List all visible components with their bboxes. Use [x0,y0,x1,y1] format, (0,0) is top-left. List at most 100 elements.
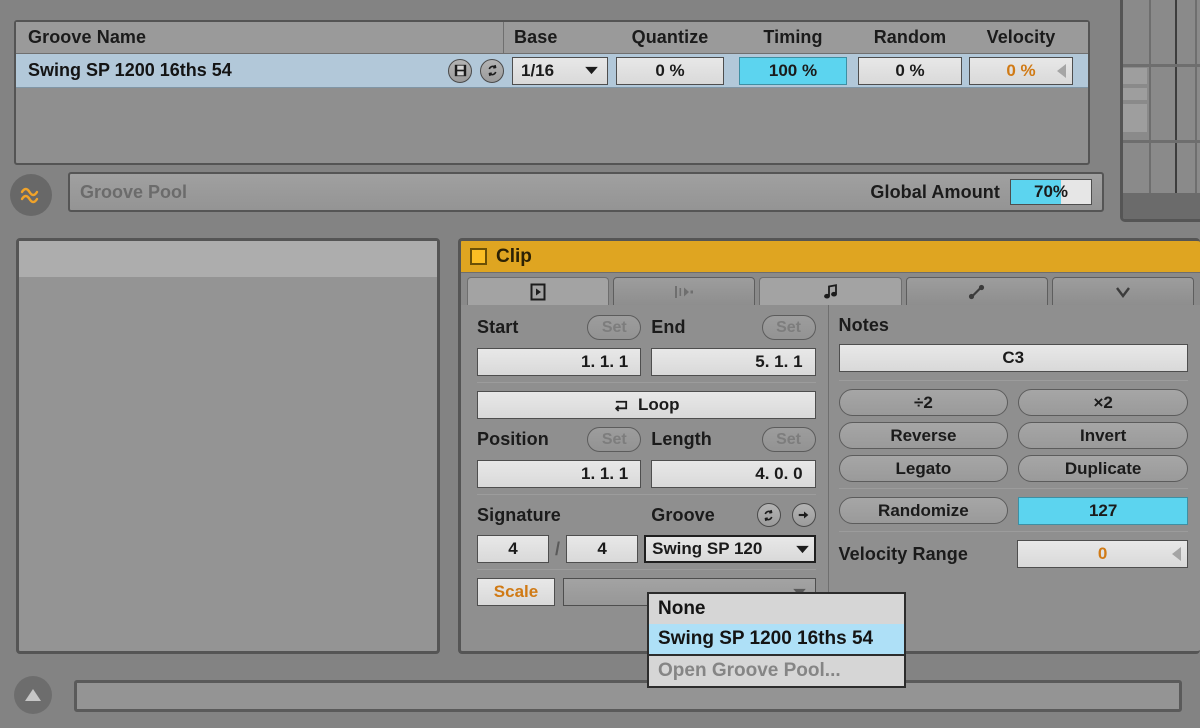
commit-groove-icon[interactable] [756,503,781,527]
position-set-button[interactable]: Set [587,427,642,452]
length-label-row: Length Set [651,427,816,452]
signature-numerator-field[interactable]: 4 [477,535,549,563]
invert-button[interactable]: Invert [1018,422,1188,449]
double-button[interactable]: ×2 [1018,389,1188,416]
groove-pool-row[interactable]: Swing SP 1200 16ths 54 1/16 0 % 100 % 0 … [16,54,1088,88]
scale-label: Scale [493,582,539,601]
dropdown-item-swing[interactable]: Swing SP 1200 16ths 54 [649,624,904,654]
column-header-velocity[interactable]: Velocity [966,22,1076,54]
column-header-velocity-label: Velocity [986,27,1056,47]
tab-expression[interactable] [1051,277,1195,305]
groove-row-name-cell[interactable]: Swing SP 1200 16ths 54 [16,58,504,83]
slider-triangle-icon [1057,63,1066,78]
position-label-row: Position Set [477,427,642,452]
randomize-button[interactable]: Randomize [838,497,1009,524]
groove-timing-cell[interactable]: 100 % [732,56,854,85]
status-bar[interactable] [74,680,1182,712]
velocity-range-label: Velocity Range [838,543,968,564]
loop-icon [615,400,628,412]
global-amount-label: Global Amount [870,181,1000,202]
length-label: Length [651,429,712,449]
arrow-right-icon[interactable] [791,503,816,527]
velocity-range-field[interactable]: 0 [1017,540,1188,568]
dropdown-item-none[interactable]: None [649,594,904,624]
global-amount-slider[interactable]: 70% [1010,179,1092,205]
start-set-button[interactable]: Set [587,315,642,340]
column-header-random-label: Random [873,27,947,47]
groove-random-field[interactable]: 0 % [858,56,962,85]
column-header-random[interactable]: Random [854,22,966,54]
tab-envelopes[interactable] [905,277,1048,305]
groove-base-select[interactable]: 1/16 [512,56,608,85]
groove-wave-icon[interactable] [10,174,52,216]
loop-label: Loop [637,395,680,414]
groove-quantize-field[interactable]: 0 % [616,56,724,85]
length-field[interactable]: 4. 0. 0 [651,460,816,488]
chevron-down-icon [795,545,809,553]
global-amount-value: 70% [1033,182,1069,201]
groove-select[interactable]: Swing SP 120 [644,535,816,563]
groove-random-cell[interactable]: 0 % [854,56,966,85]
randomize-amount-value: 127 [1088,501,1118,520]
legato-button[interactable]: Legato [838,455,1009,482]
position-value: 1. 1. 1 [581,464,629,483]
groove-quantize-value: 0 % [655,60,685,80]
clip-overview-panel[interactable] [16,238,440,654]
duplicate-button[interactable]: Duplicate [1018,455,1188,482]
piano-roll-edge-grid[interactable] [1120,0,1200,222]
triangle-up-glyph [25,689,41,701]
automation-curve-icon [968,284,984,299]
column-header-groove-name[interactable]: Groove Name [16,21,504,54]
column-header-timing-label: Timing [763,27,823,47]
column-header-base[interactable]: Base [504,22,608,54]
dropdown-item-open-groove-pool[interactable]: Open Groove Pool... [649,656,904,686]
groove-velocity-field[interactable]: 0 % [969,56,1073,85]
length-set-button[interactable]: Set [761,427,816,452]
start-label: Start [477,317,519,337]
loop-button[interactable]: Loop [477,391,816,419]
envelope-fade-icon [675,285,694,298]
groove-timing-field[interactable]: 100 % [739,56,847,85]
tab-clip[interactable] [467,277,610,305]
notes-title: Notes [838,315,890,335]
groove-quantize-cell[interactable]: 0 % [608,56,732,85]
length-value: 4. 0. 0 [755,464,803,483]
groove-base-value: 1/16 [521,60,555,80]
signature-label: Signature [477,504,561,525]
groove-label: Groove [651,504,715,525]
column-header-quantize[interactable]: Quantize [608,22,732,54]
column-header-timing[interactable]: Timing [732,22,854,54]
groove-base-cell[interactable]: 1/16 [504,56,608,85]
velocity-v-icon [1115,286,1130,298]
scale-button[interactable]: Scale [477,578,555,606]
clip-title-bar: Clip [461,241,1200,273]
end-label-row: End Set [651,315,816,340]
end-time-field[interactable]: 5. 1. 1 [651,348,816,376]
commit-groove-icon[interactable] [480,58,504,83]
music-note-icon [823,283,837,298]
clip-title-label: Clip [496,245,532,267]
reverse-button[interactable]: Reverse [838,422,1009,449]
triangle-up-icon[interactable] [14,676,52,714]
halve-button[interactable]: ÷2 [838,389,1009,416]
signature-slash: / [555,538,561,559]
tab-audio[interactable] [613,277,756,305]
randomize-amount-field[interactable]: 127 [1018,497,1188,525]
play-box-icon [530,283,546,300]
note-root-field[interactable]: C3 [838,344,1188,372]
tab-notes[interactable] [759,277,902,305]
groove-pool-header-row: Groove Name Base Quantize Timing Random … [16,21,1088,54]
end-set-button[interactable]: Set [761,315,816,340]
clip-activator-icon[interactable] [470,248,487,265]
start-label-row: Start Set [477,315,642,340]
column-header-quantize-label: Quantize [631,27,709,47]
floppy-disk-icon[interactable] [448,58,472,83]
column-header-groove-name-label: Groove Name [28,27,147,47]
signature-denominator-field[interactable]: 4 [566,535,639,563]
signature-numerator-value: 4 [508,539,518,558]
start-time-field[interactable]: 1. 1. 1 [477,348,642,376]
groove-pool-strip: Groove Pool Global Amount 70% [68,172,1104,212]
groove-random-value: 0 % [895,60,925,80]
groove-velocity-cell[interactable]: 0 % [966,56,1076,85]
position-field[interactable]: 1. 1. 1 [477,460,642,488]
